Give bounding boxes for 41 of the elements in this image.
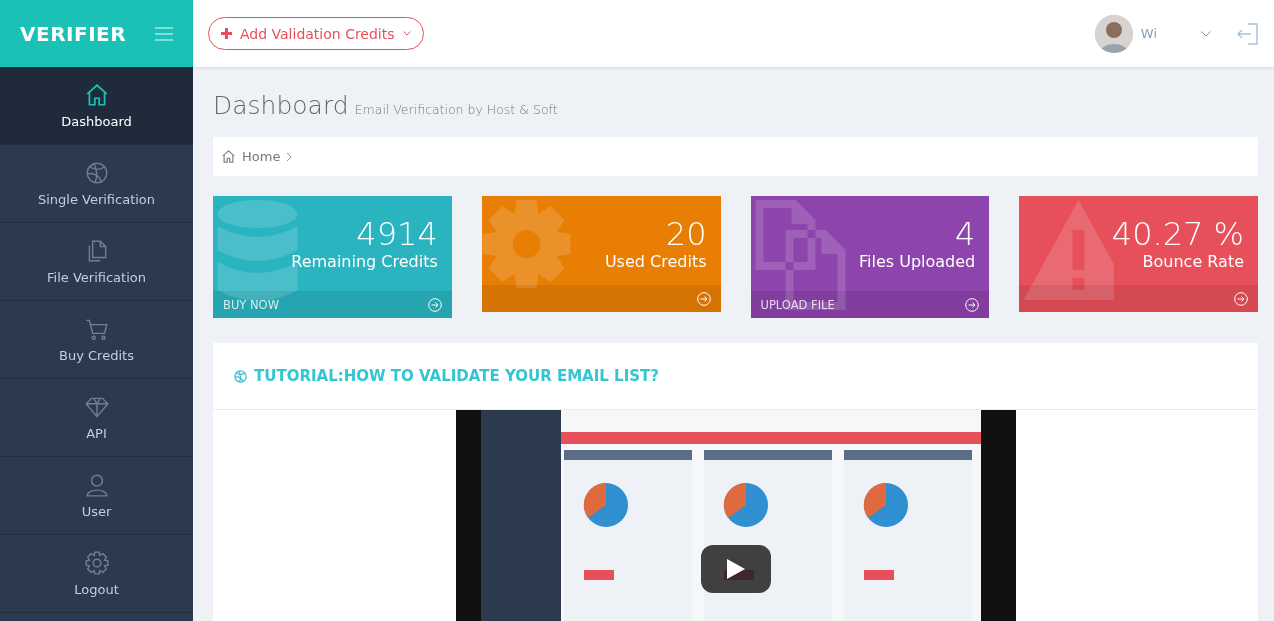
sidebar-item[interactable]: Dashboard [0, 67, 193, 145]
breadcrumb-link[interactable]: Home [242, 149, 281, 164]
page-subtitle: Email Verification by Host & Soft [354, 102, 558, 117]
brand-logo: VERIFIER [20, 21, 127, 46]
chevron-icon [286, 151, 293, 162]
caret-icon[interactable] [1201, 30, 1211, 37]
settings-icon [83, 550, 110, 576]
sidebar-item[interactable]: API [0, 379, 193, 457]
basketball-icon [233, 368, 248, 384]
arrow-circle-icon [965, 297, 980, 312]
home-icon [221, 149, 236, 164]
arrow-circle-icon [1234, 291, 1248, 306]
arrow-circle-icon [427, 297, 442, 312]
sidebar-item[interactable]: File Verification [0, 223, 193, 301]
card-link[interactable]: UPLOAD FILE [760, 297, 835, 312]
card-footer[interactable]: UPLOAD FILE [750, 291, 990, 318]
sidebar-item[interactable]: Buy Credits [0, 301, 193, 379]
stat-value: 20 [665, 218, 707, 252]
play-button[interactable] [700, 545, 771, 593]
stat-label: Bounce Rate [1142, 251, 1244, 271]
page-title: Dashboard [213, 91, 349, 120]
stat-label: Files Uploaded [859, 251, 976, 271]
sidebar-item[interactable]: Single Verification [0, 145, 193, 223]
logout-icon[interactable] [1237, 22, 1259, 45]
caret-icon [402, 31, 411, 36]
plus-icon [221, 28, 232, 39]
play-icon [726, 559, 745, 579]
sidebar-item[interactable]: Logout [0, 535, 193, 613]
stat-value: 4 [954, 218, 976, 252]
menu-icon[interactable] [155, 26, 173, 41]
arrow-circle-icon [696, 291, 711, 306]
card-footer[interactable] [1019, 285, 1258, 312]
stat-label: Used Credits [604, 251, 707, 271]
avatar[interactable] [1094, 14, 1133, 53]
card-footer[interactable] [481, 285, 721, 312]
stat-value: 4914 [356, 218, 438, 252]
tutorial-title: TUTORIAL:HOW TO VALIDATE YOUR EMAIL LIST? [254, 367, 659, 385]
stat-label: Remaining Credits [291, 251, 438, 271]
stat-value: 40.27 % [1111, 218, 1244, 252]
add-credits-button[interactable]: Add Validation Credits [208, 17, 424, 50]
sidebar-item[interactable]: User [0, 457, 193, 535]
